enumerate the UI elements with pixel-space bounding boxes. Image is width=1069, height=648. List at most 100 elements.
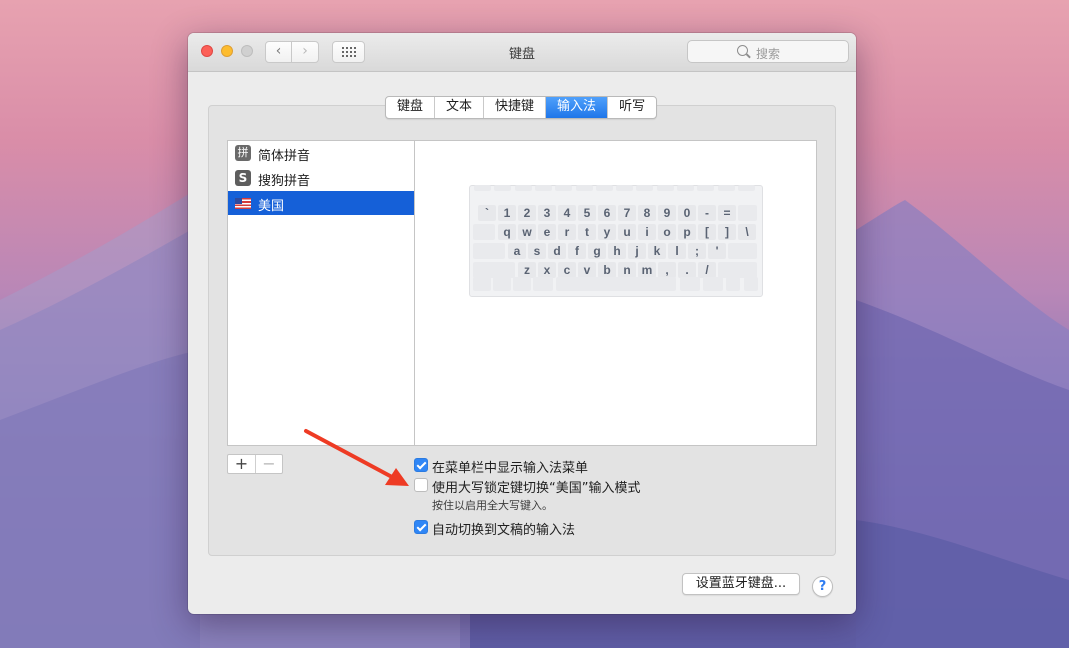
- list-item-us[interactable]: 美国: [228, 191, 414, 215]
- add-remove-control: + −: [227, 454, 283, 474]
- help-button[interactable]: ?: [812, 576, 833, 597]
- keyboard-key-blank: [738, 205, 757, 221]
- search-field[interactable]: 搜索: [687, 40, 849, 63]
- auto-switch-checkbox[interactable]: [414, 520, 428, 534]
- setup-bluetooth-keyboard-button[interactable]: 设置蓝牙键盘...: [682, 573, 800, 595]
- keyboard-key-blank: [556, 277, 676, 291]
- list-item-label: 搜狗拼音: [258, 174, 311, 189]
- keyboard-key: r: [558, 224, 576, 240]
- keyboard-key: d: [548, 243, 566, 259]
- keyboard-key: 9: [658, 205, 676, 221]
- remove-input-source-button[interactable]: −: [256, 455, 282, 473]
- us-flag-icon: [235, 198, 251, 209]
- tab-shortcuts[interactable]: 快捷键: [484, 97, 547, 118]
- keyboard-key-blank: [493, 277, 511, 291]
- pinyin-icon: 拼: [235, 145, 251, 161]
- keyboard-key: c: [558, 262, 576, 278]
- add-input-source-button[interactable]: +: [228, 455, 256, 473]
- keyboard-key-blank: [555, 185, 573, 191]
- keyboard-key: m: [638, 262, 656, 278]
- list-item-sogou-pinyin[interactable]: S 搜狗拼音: [228, 166, 414, 190]
- keyboard-key-blank: [717, 185, 735, 191]
- keyboard-key: 8: [638, 205, 656, 221]
- keyboard-key-blank: [636, 185, 654, 191]
- keyboard-key: f: [568, 243, 586, 259]
- keyboard-key: l: [668, 243, 686, 259]
- keyboard-key-blank: [718, 262, 757, 278]
- caps-lock-checkbox[interactable]: [414, 478, 428, 492]
- keyboard-key-blank: [680, 277, 700, 291]
- keyboard-key: t: [578, 224, 596, 240]
- keyboard-key: 4: [558, 205, 576, 221]
- tab-bar: 键盘 文本 快捷键 输入法 听写: [385, 96, 658, 119]
- keyboard-key: g: [588, 243, 606, 259]
- keyboard-key: e: [538, 224, 556, 240]
- keyboard-key-blank: [473, 277, 491, 291]
- keyboard-key-blank: [737, 185, 755, 191]
- keyboard-key: p: [678, 224, 696, 240]
- keyboard-key: k: [648, 243, 666, 259]
- keyboard-key: n: [618, 262, 636, 278]
- input-source-list[interactable]: 拼 简体拼音 S 搜狗拼音 美国: [227, 140, 415, 446]
- keyboard-key-blank: [726, 277, 740, 291]
- search-placeholder: 搜索: [756, 47, 781, 61]
- keyboard-key-blank: [697, 185, 715, 191]
- caps-lock-label: 使用大写锁定键切换“美国”输入模式: [432, 481, 641, 496]
- keyboard-key: 0: [678, 205, 696, 221]
- keyboard-key: v: [578, 262, 596, 278]
- keyboard-key: [: [698, 224, 716, 240]
- keyboard-key-blank: [533, 277, 553, 291]
- show-menu-label: 在菜单栏中显示输入法菜单: [432, 461, 589, 476]
- keyboard-key: 2: [518, 205, 536, 221]
- keyboard-key: h: [608, 243, 626, 259]
- keyboard-key-blank: [656, 185, 674, 191]
- auto-switch-label: 自动切换到文稿的输入法: [432, 523, 576, 538]
- keyboard-key: s: [528, 243, 546, 259]
- keyboard-key: 6: [598, 205, 616, 221]
- caps-lock-hint: 按住以启用全大写键入。: [432, 499, 553, 512]
- keyboard-key-blank: [473, 224, 495, 240]
- keyboard-key-blank: [744, 277, 758, 291]
- keyboard-key-blank: [575, 185, 593, 191]
- keyboard-key: j: [628, 243, 646, 259]
- keyboard-key-blank: [514, 185, 532, 191]
- list-item-label: 简体拼音: [258, 149, 311, 164]
- tab-dictation[interactable]: 听写: [608, 97, 656, 118]
- keyboard-key: ;: [688, 243, 706, 259]
- keyboard-key: u: [618, 224, 636, 240]
- keyboard-key: o: [658, 224, 676, 240]
- list-item-simplified-pinyin[interactable]: 拼 简体拼音: [228, 141, 414, 165]
- list-item-label: 美国: [258, 199, 285, 214]
- keyboard-key: q: [498, 224, 516, 240]
- keyboard-key-blank: [703, 277, 723, 291]
- show-menu-checkbox[interactable]: [414, 458, 428, 472]
- keyboard-key: \: [738, 224, 756, 240]
- title-bar: ‹ › 键盘 搜索: [188, 33, 856, 72]
- keyboard-key: x: [538, 262, 556, 278]
- keyboard-key: 7: [618, 205, 636, 221]
- tab-text[interactable]: 文本: [435, 97, 485, 118]
- keyboard-key: =: [718, 205, 736, 221]
- keyboard-key-blank: [473, 262, 515, 278]
- tab-keyboard[interactable]: 键盘: [386, 97, 436, 118]
- search-icon: [737, 45, 748, 56]
- keyboard-key: z: [518, 262, 536, 278]
- keyboard-key-blank: [534, 185, 552, 191]
- keyboard-key-blank: [677, 185, 694, 191]
- tab-input-sources[interactable]: 输入法: [546, 97, 609, 118]
- keyboard-key: ': [708, 243, 726, 259]
- keyboard-key: /: [698, 262, 716, 278]
- keyboard-key-blank: [473, 243, 505, 259]
- keyboard-key: `: [478, 205, 496, 221]
- keyboard-layout-preview: ` 1 2 3 4 5 6 7 8 9 0- = q w e r t y u i o p[] \ a s d f g h j k l; ' z x c…: [469, 185, 763, 297]
- keyboard-key: a: [508, 243, 526, 259]
- keyboard-preview-pane: ` 1 2 3 4 5 6 7 8 9 0- = q w e r t y u i o p[] \ a s d f g h j k l; ' z x c…: [414, 140, 817, 446]
- keyboard-key: ]: [718, 224, 736, 240]
- keyboard-key-blank: [595, 185, 613, 191]
- sogou-icon: S: [235, 170, 251, 186]
- keyboard-key: 3: [538, 205, 556, 221]
- keyboard-key-blank: [474, 185, 491, 191]
- keyboard-key: w: [518, 224, 536, 240]
- keyboard-key: -: [698, 205, 716, 221]
- keyboard-key-blank: [494, 185, 512, 191]
